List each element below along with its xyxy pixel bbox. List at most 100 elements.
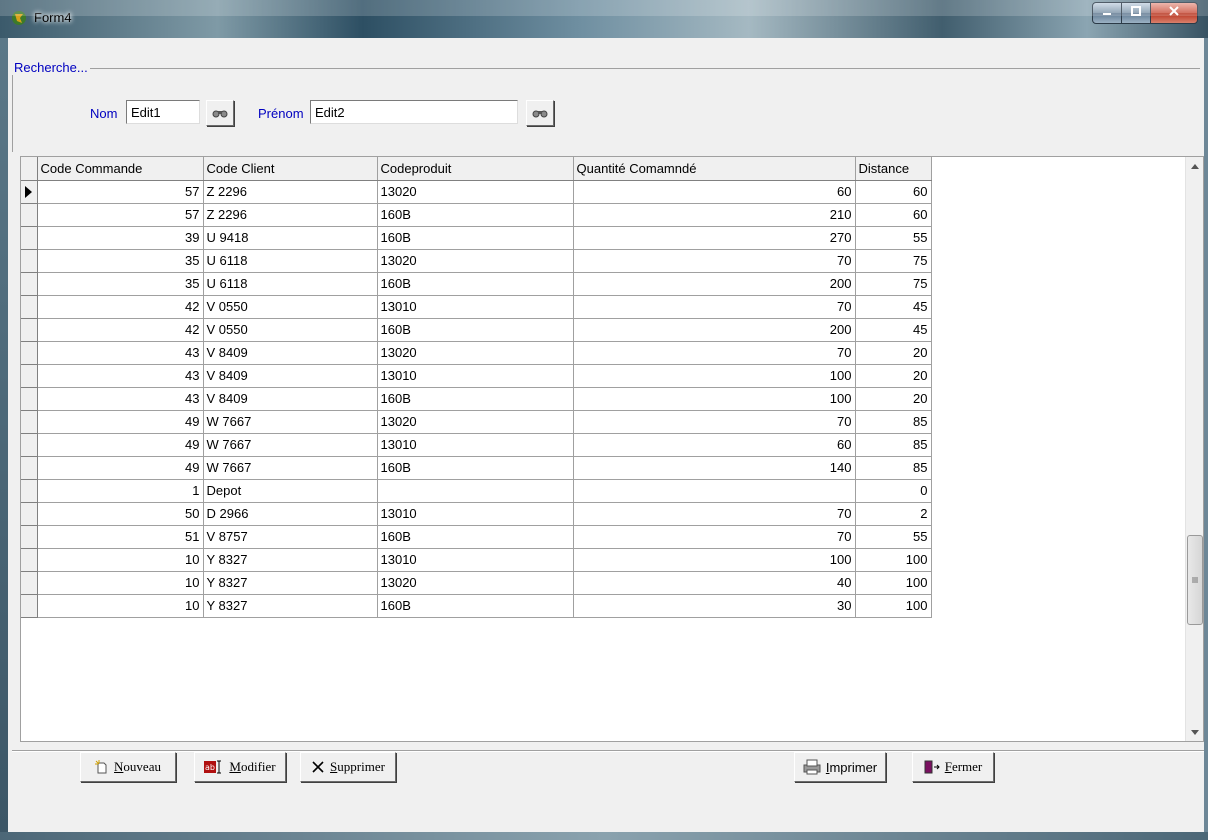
- table-cell[interactable]: 20: [855, 387, 932, 411]
- row-indicator[interactable]: [21, 456, 38, 480]
- table-cell[interactable]: 70: [573, 525, 856, 549]
- column-header[interactable]: Code Client: [203, 157, 378, 181]
- table-cell[interactable]: V 0550: [203, 295, 378, 319]
- table-cell[interactable]: Y 8327: [203, 594, 378, 618]
- scroll-down-arrow[interactable]: [1186, 724, 1204, 741]
- table-cell[interactable]: 13020: [377, 571, 574, 595]
- table-cell[interactable]: 140: [573, 456, 856, 480]
- row-indicator[interactable]: [21, 295, 38, 319]
- nouveau-button[interactable]: Nouveau: [80, 752, 176, 782]
- table-row[interactable]: 39 U 9418 160B 270 55: [21, 226, 932, 250]
- table-row[interactable]: 10 Y 8327 160B 30 100: [21, 594, 932, 618]
- table-cell[interactable]: 42: [37, 318, 204, 342]
- table-row[interactable]: 57 Z 2296 13020 60 60: [21, 180, 932, 204]
- table-cell[interactable]: Y 8327: [203, 571, 378, 595]
- prenom-input[interactable]: [310, 100, 518, 124]
- table-cell[interactable]: 100: [573, 364, 856, 388]
- table-cell[interactable]: 10: [37, 594, 204, 618]
- table-cell[interactable]: 45: [855, 318, 932, 342]
- table-cell[interactable]: 60: [855, 203, 932, 227]
- table-cell[interactable]: 210: [573, 203, 856, 227]
- maximize-button[interactable]: [1121, 2, 1151, 24]
- table-cell[interactable]: 43: [37, 341, 204, 365]
- prenom-search-button[interactable]: [526, 100, 554, 126]
- table-row[interactable]: 43 V 8409 160B 100 20: [21, 387, 932, 411]
- table-cell[interactable]: 49: [37, 410, 204, 434]
- table-cell[interactable]: V 8409: [203, 364, 378, 388]
- table-cell[interactable]: 43: [37, 364, 204, 388]
- table-cell[interactable]: 13020: [377, 180, 574, 204]
- table-cell[interactable]: 160B: [377, 387, 574, 411]
- row-indicator[interactable]: [21, 502, 38, 526]
- table-cell[interactable]: 49: [37, 433, 204, 457]
- table-cell[interactable]: 35: [37, 249, 204, 273]
- table-row[interactable]: 10 Y 8327 13020 40 100: [21, 571, 932, 595]
- table-cell[interactable]: 10: [37, 571, 204, 595]
- table-cell[interactable]: W 7667: [203, 456, 378, 480]
- table-cell[interactable]: 70: [573, 249, 856, 273]
- column-header[interactable]: Distance: [855, 157, 932, 181]
- table-cell[interactable]: 49: [37, 456, 204, 480]
- table-cell[interactable]: 10: [37, 548, 204, 572]
- row-indicator[interactable]: [21, 571, 38, 595]
- nom-input[interactable]: [126, 100, 200, 124]
- table-cell[interactable]: 57: [37, 203, 204, 227]
- title-bar[interactable]: Form4: [0, 0, 1208, 38]
- table-cell[interactable]: 85: [855, 433, 932, 457]
- table-cell[interactable]: 13010: [377, 502, 574, 526]
- row-indicator[interactable]: [21, 364, 38, 388]
- table-cell[interactable]: 60: [855, 180, 932, 204]
- table-row[interactable]: 49 W 7667 160B 140 85: [21, 456, 932, 480]
- table-cell[interactable]: 55: [855, 525, 932, 549]
- table-row[interactable]: 35 U 6118 13020 70 75: [21, 249, 932, 273]
- row-indicator[interactable]: [21, 203, 38, 227]
- table-cell[interactable]: 160B: [377, 272, 574, 296]
- table-cell[interactable]: 13010: [377, 433, 574, 457]
- table-row[interactable]: 49 W 7667 13020 70 85: [21, 410, 932, 434]
- table-cell[interactable]: 160B: [377, 456, 574, 480]
- row-indicator[interactable]: [21, 410, 38, 434]
- fermer-button[interactable]: Fermer: [912, 752, 994, 782]
- scroll-thumb[interactable]: [1187, 535, 1203, 625]
- table-cell[interactable]: 42: [37, 295, 204, 319]
- table-cell[interactable]: Depot: [203, 479, 378, 503]
- table-cell[interactable]: 160B: [377, 226, 574, 250]
- table-cell[interactable]: 35: [37, 272, 204, 296]
- table-cell[interactable]: V 8757: [203, 525, 378, 549]
- row-indicator[interactable]: [21, 272, 38, 296]
- table-row[interactable]: 42 V 0550 13010 70 45: [21, 295, 932, 319]
- column-header[interactable]: Codeproduit: [377, 157, 574, 181]
- table-row[interactable]: 43 V 8409 13010 100 20: [21, 364, 932, 388]
- table-cell[interactable]: 13020: [377, 249, 574, 273]
- table-cell[interactable]: 160B: [377, 594, 574, 618]
- table-cell[interactable]: 55: [855, 226, 932, 250]
- close-button[interactable]: [1150, 2, 1198, 24]
- row-indicator[interactable]: [21, 387, 38, 411]
- table-cell[interactable]: V 8409: [203, 341, 378, 365]
- table-cell[interactable]: 20: [855, 364, 932, 388]
- nom-search-button[interactable]: [206, 100, 234, 126]
- table-cell[interactable]: 50: [37, 502, 204, 526]
- table-row[interactable]: 51 V 8757 160B 70 55: [21, 525, 932, 549]
- table-row[interactable]: 42 V 0550 160B 200 45: [21, 318, 932, 342]
- table-cell[interactable]: 45: [855, 295, 932, 319]
- table-cell[interactable]: U 6118: [203, 272, 378, 296]
- row-indicator[interactable]: [21, 341, 38, 365]
- table-cell[interactable]: 270: [573, 226, 856, 250]
- table-cell[interactable]: [377, 479, 574, 503]
- row-indicator[interactable]: [21, 525, 38, 549]
- row-indicator[interactable]: [21, 226, 38, 250]
- table-cell[interactable]: 60: [573, 433, 856, 457]
- table-cell[interactable]: U 6118: [203, 249, 378, 273]
- table-cell[interactable]: Z 2296: [203, 203, 378, 227]
- table-cell[interactable]: 13010: [377, 295, 574, 319]
- table-cell[interactable]: 100: [855, 571, 932, 595]
- row-indicator[interactable]: [21, 249, 38, 273]
- table-cell[interactable]: 0: [855, 479, 932, 503]
- table-row[interactable]: 35 U 6118 160B 200 75: [21, 272, 932, 296]
- table-row[interactable]: 1 Depot 0: [21, 479, 932, 503]
- table-cell[interactable]: 200: [573, 318, 856, 342]
- table-cell[interactable]: D 2966: [203, 502, 378, 526]
- table-cell[interactable]: 100: [573, 548, 856, 572]
- modifier-button[interactable]: ab Modifier: [194, 752, 286, 782]
